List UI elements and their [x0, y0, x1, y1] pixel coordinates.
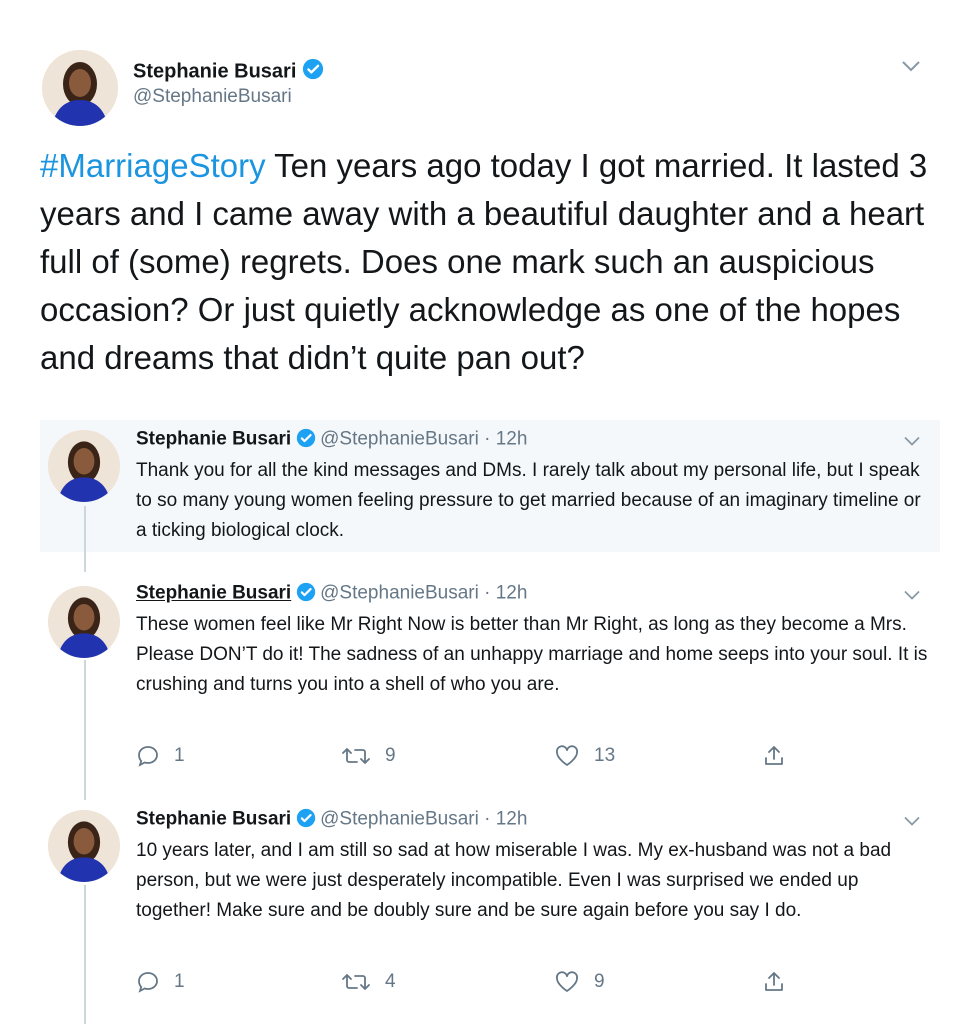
- like-action[interactable]: 9: [554, 970, 605, 994]
- reply-actions: 1 4 9: [136, 970, 836, 1000]
- reply-author-name[interactable]: Stephanie Busari: [136, 809, 291, 830]
- share-icon: [765, 746, 783, 765]
- chevron-down-icon[interactable]: [902, 434, 922, 453]
- chevron-down-icon[interactable]: [902, 814, 922, 833]
- reply-handle-time[interactable]: @StephanieBusari · 12h: [320, 429, 527, 450]
- main-tweet-text: #MarriageStory Ten years ago today I got…: [40, 142, 940, 382]
- reply-avatar[interactable]: [48, 586, 120, 658]
- reply-text: Thank you for all the kind messages and …: [136, 460, 921, 541]
- reply-count: 1: [174, 971, 185, 992]
- reply-author-name[interactable]: Stephanie Busari: [136, 429, 291, 450]
- reply-text: 10 years later, and I am still so sad at…: [136, 840, 892, 921]
- heart-icon: [556, 745, 578, 766]
- main-avatar[interactable]: [42, 50, 118, 126]
- reply-avatar[interactable]: [48, 430, 120, 502]
- retweet-count: 9: [385, 745, 396, 766]
- reply-action[interactable]: 1: [136, 744, 185, 768]
- chevron-down-icon[interactable]: [900, 58, 922, 79]
- chevron-down-icon[interactable]: [902, 588, 922, 607]
- retweet-count: 4: [385, 971, 396, 992]
- main-author-name[interactable]: Stephanie Busari: [133, 58, 324, 86]
- hashtag-link[interactable]: #MarriageStory: [40, 147, 266, 184]
- retweet-action[interactable]: 9: [341, 744, 396, 768]
- author-name-text[interactable]: Stephanie Busari: [133, 60, 296, 82]
- reply-handle-time[interactable]: @StephanieBusari · 12h: [320, 809, 527, 830]
- reply-header: Stephanie Busari @StephanieBusari · 12h: [136, 428, 527, 453]
- share-icon: [765, 972, 783, 991]
- comment-icon: [138, 746, 158, 767]
- reply-header: Stephanie Busari @StephanieBusari · 12h: [136, 582, 527, 607]
- reply-tweet-2[interactable]: Stephanie Busari @StephanieBusari · 12h …: [40, 582, 940, 782]
- verified-badge-icon: [296, 582, 316, 607]
- verified-badge-icon: [302, 58, 324, 86]
- share-action[interactable]: [762, 970, 800, 994]
- verified-badge-icon: [296, 428, 316, 453]
- heart-icon: [556, 971, 578, 992]
- reply-tweet-3[interactable]: Stephanie Busari @StephanieBusari · 12h …: [40, 808, 940, 1008]
- comment-icon: [138, 972, 158, 993]
- reply-tweet-1[interactable]: Stephanie Busari @StephanieBusari · 12h …: [40, 428, 940, 548]
- reply-header: Stephanie Busari @StephanieBusari · 12h: [136, 808, 527, 833]
- main-author-handle[interactable]: @StephanieBusari: [133, 86, 292, 108]
- share-action[interactable]: [762, 744, 800, 768]
- verified-badge-icon: [296, 808, 316, 833]
- reply-handle-time[interactable]: @StephanieBusari · 12h: [320, 583, 527, 604]
- reply-avatar[interactable]: [48, 810, 120, 882]
- like-count: 9: [594, 971, 605, 992]
- retweet-icon: [342, 748, 370, 764]
- like-action[interactable]: 13: [554, 744, 615, 768]
- retweet-action[interactable]: 4: [341, 970, 396, 994]
- reply-action[interactable]: 1: [136, 970, 185, 994]
- reply-author-name[interactable]: Stephanie Busari: [136, 583, 291, 604]
- retweet-icon: [342, 974, 370, 990]
- reply-text: These women feel like Mr Right Now is be…: [136, 614, 928, 695]
- reply-count: 1: [174, 745, 185, 766]
- reply-actions: 1 9 13: [136, 744, 836, 774]
- like-count: 13: [594, 745, 616, 766]
